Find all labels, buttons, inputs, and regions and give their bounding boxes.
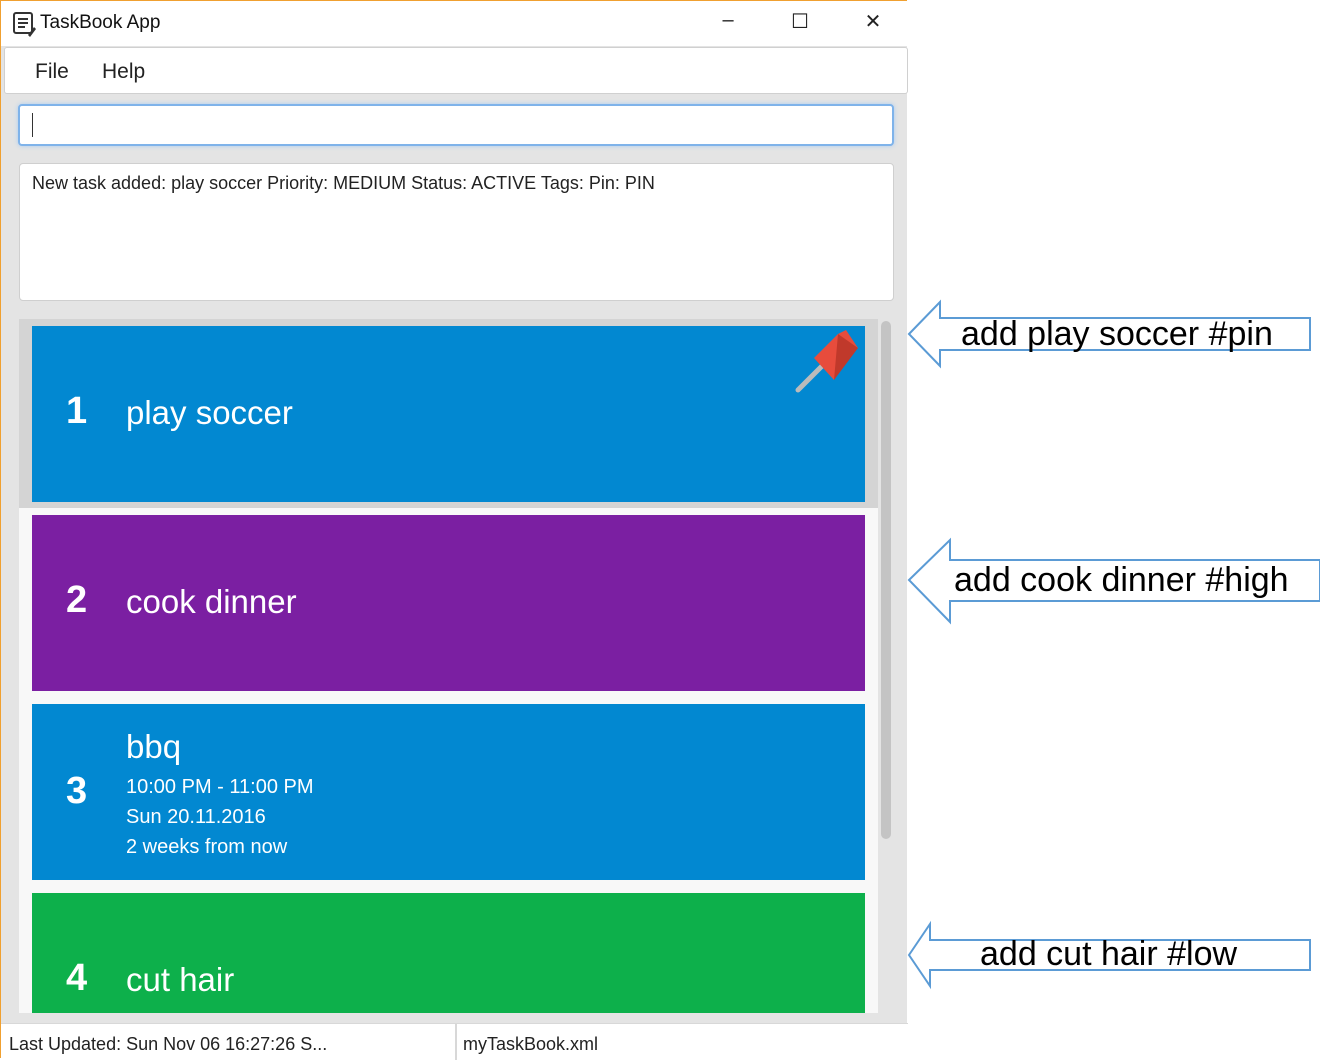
task-card-3: 3 bbq 10:00 PM - 11:00 PM Sun 20.11.2016… [32,704,865,880]
storage-file-status: myTaskBook.xml [463,1034,599,1054]
callout-text-3: add cut hair #low [980,935,1238,973]
status-bar: Last Updated: Sun Nov 06 16:27:26 S... m… [1,1023,908,1060]
menu-help[interactable]: Help [102,60,145,84]
menu-bar: File Help [4,47,908,94]
scrollbar-thumb[interactable] [881,321,891,839]
task-list[interactable]: 1 play soccer 2 cook dinner 3 bbq 10:00 … [19,319,878,1013]
minimize-button[interactable]: – [708,9,748,37]
task-name: cut hair [126,961,235,998]
window-title: TaskBook App [40,12,161,33]
task-row[interactable]: 4 cut hair [19,886,878,1013]
close-button[interactable]: ✕ [853,9,893,37]
text-caret [32,113,33,137]
task-row[interactable]: 2 cook dinner [19,508,878,697]
task-card-1: 1 play soccer [32,326,865,502]
callout-text-2: add cook dinner #high [954,561,1289,599]
notebook-icon [13,12,36,37]
task-card-4: 4 cut hair [32,893,865,1013]
task-row-selected[interactable]: 1 play soccer [19,319,878,508]
task-index: 1 [66,390,88,432]
menu-file[interactable]: File [35,60,69,84]
result-display: New task added: play soccer Priority: ME… [19,163,894,301]
task-name: cook dinner [126,583,297,620]
maximize-button[interactable]: ☐ [780,9,820,37]
task-time: 10:00 PM - 11:00 PM [126,776,314,798]
task-name: bbq [126,728,182,765]
task-index: 2 [66,579,88,621]
app-window: TaskBook App – ☐ ✕ File Help New task ad… [0,0,908,1060]
task-name: play soccer [126,394,293,431]
task-index: 4 [66,957,88,999]
task-card-2: 2 cook dinner [32,515,865,691]
task-row[interactable]: 3 bbq 10:00 PM - 11:00 PM Sun 20.11.2016… [19,697,878,886]
task-index: 3 [66,770,88,812]
command-input[interactable] [18,104,894,146]
title-bar: TaskBook App – ☐ ✕ [1,1,908,46]
last-updated-status: Last Updated: Sun Nov 06 16:27:26 S... [9,1034,328,1054]
task-date: Sun 20.11.2016 [126,806,266,828]
pin-icon [795,330,858,393]
callout-text-1: add play soccer #pin [961,315,1273,353]
task-relative-date: 2 weeks from now [126,836,288,858]
status-divider [455,1024,457,1060]
